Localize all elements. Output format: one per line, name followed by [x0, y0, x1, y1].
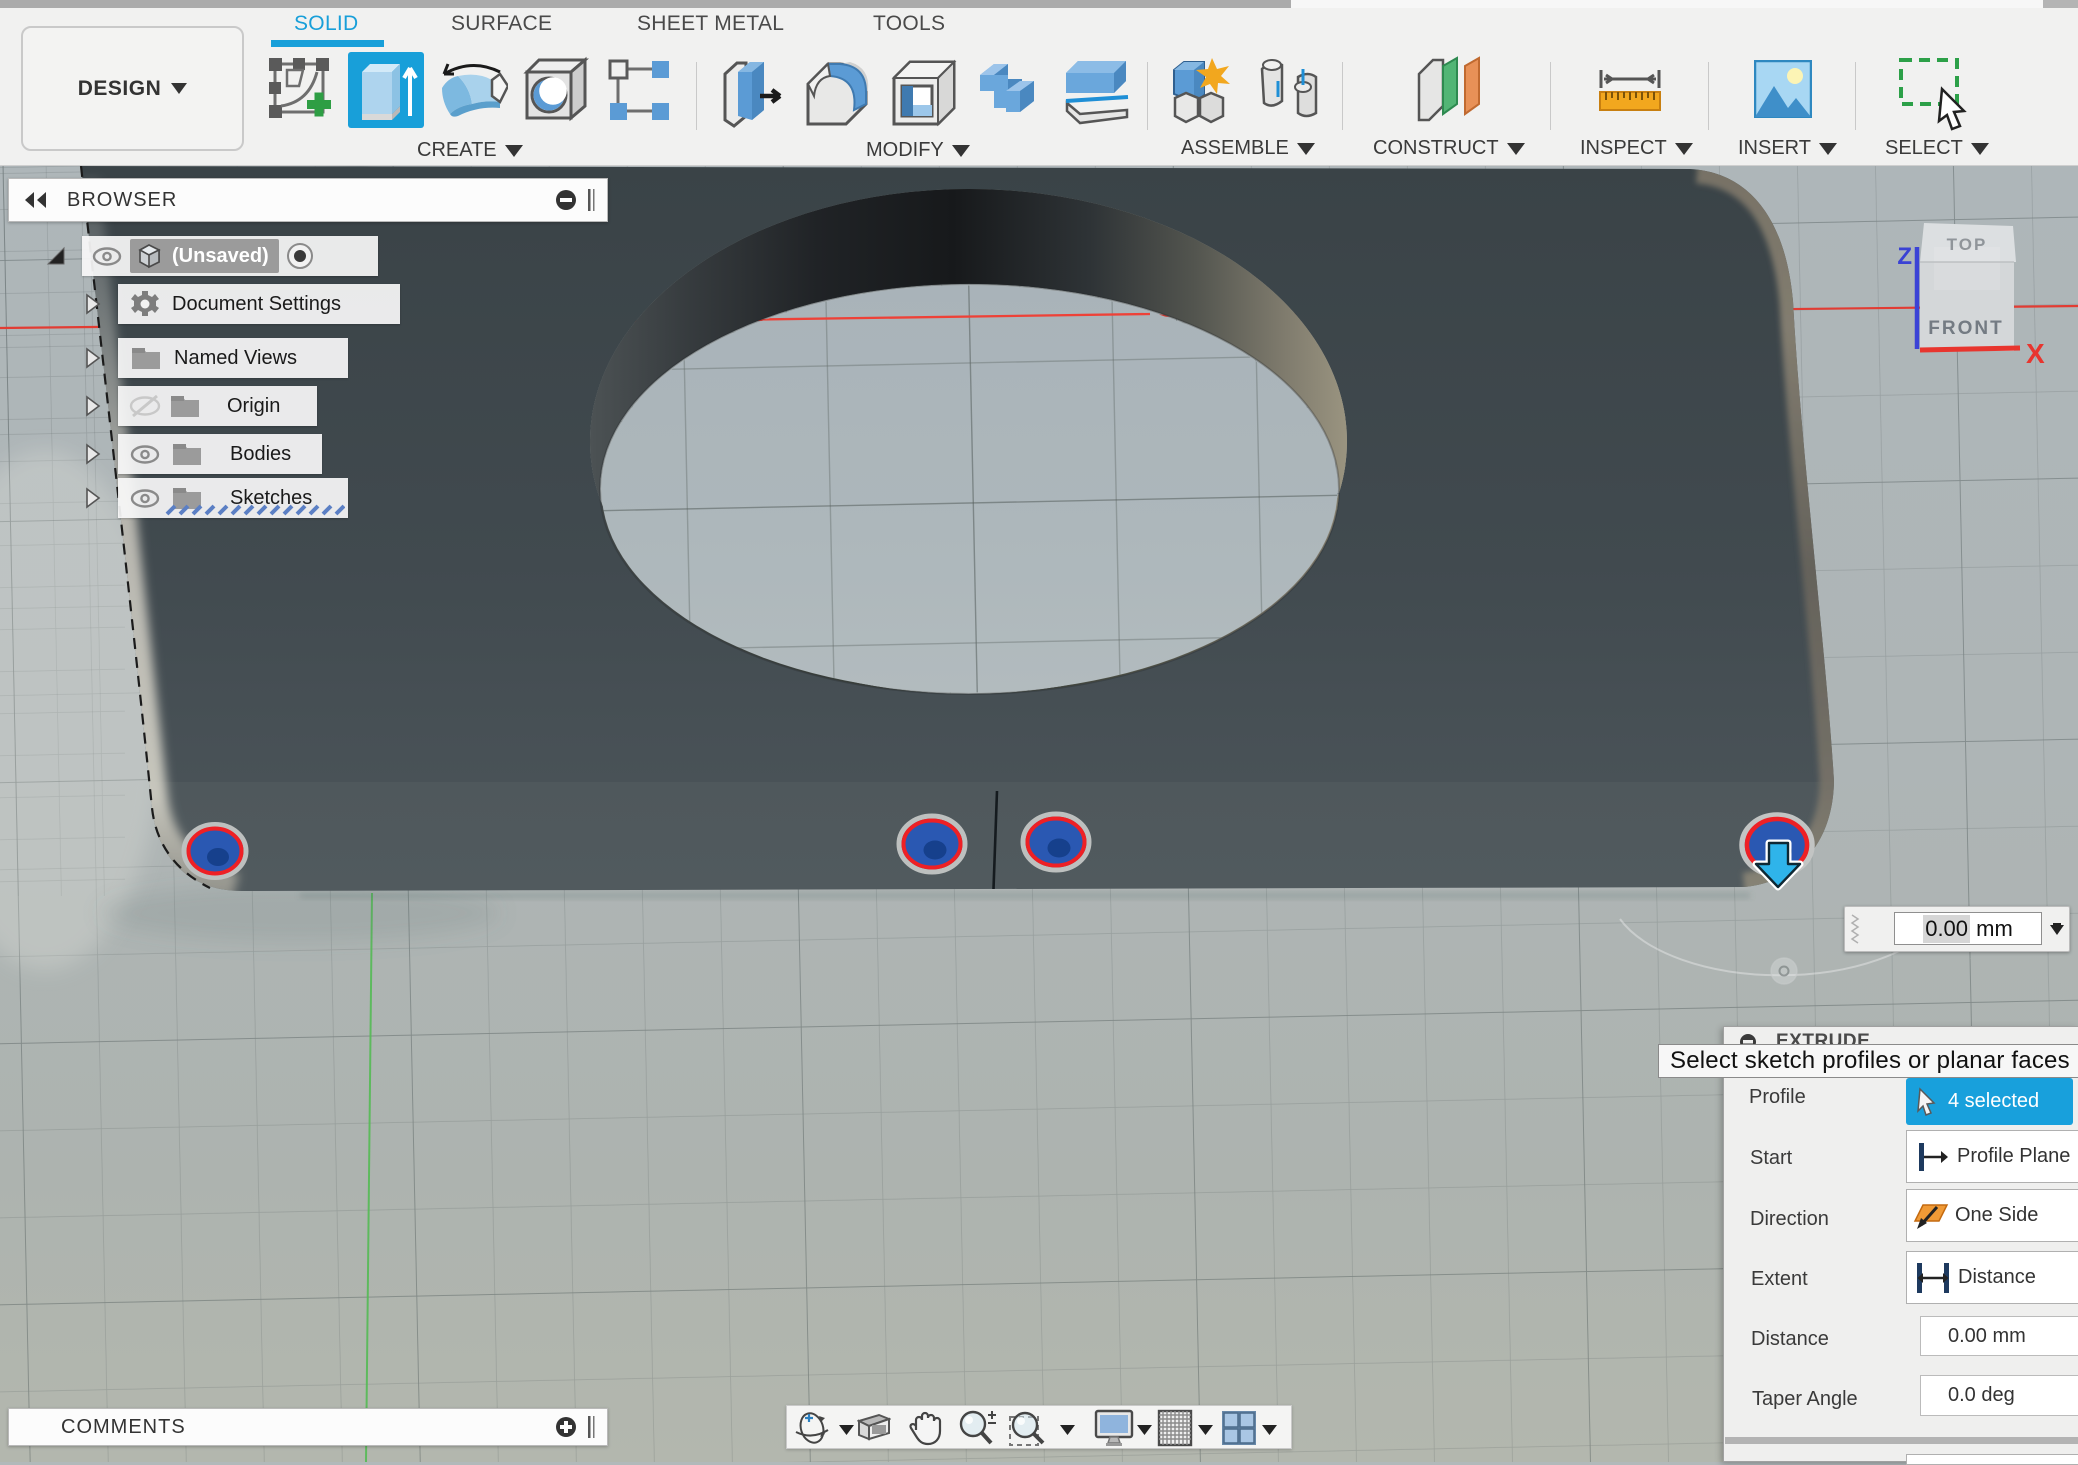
svg-text:Z: Z [1897, 243, 1912, 270]
svg-text:FRONT: FRONT [1928, 318, 2003, 339]
svg-text:TOP: TOP [1947, 235, 1988, 254]
svg-text:X: X [2026, 338, 2045, 369]
